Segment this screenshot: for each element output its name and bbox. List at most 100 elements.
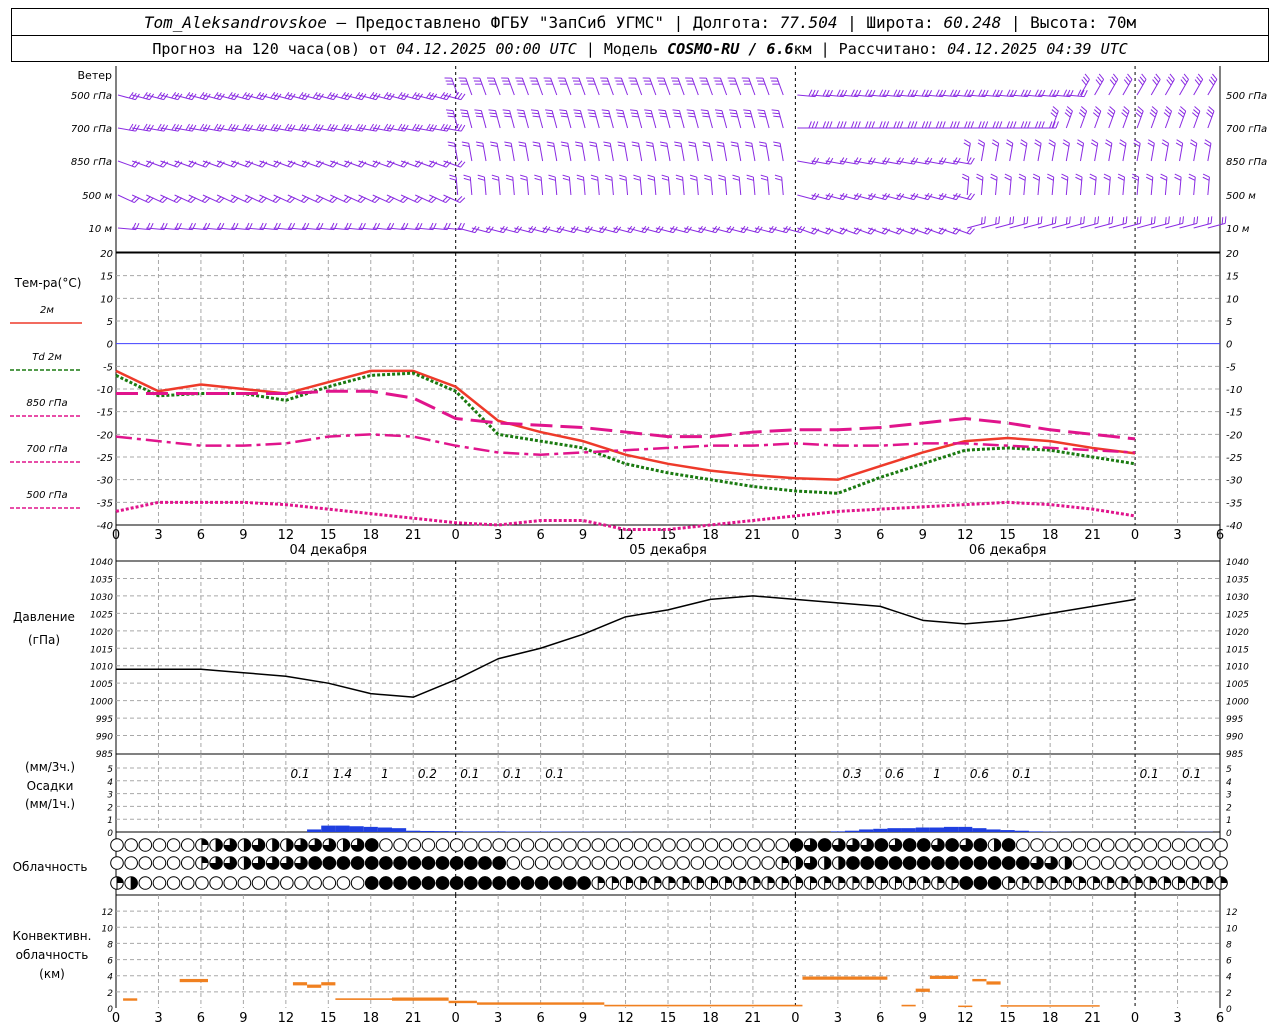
wind-barb-flag <box>355 123 360 131</box>
wind-barb-staff <box>287 194 305 204</box>
wind-barb-flag <box>1206 112 1213 118</box>
cloud-symbol-fill <box>987 876 1002 890</box>
cloud-symbol <box>294 876 308 890</box>
prec-3h-label: 0.1 <box>1182 767 1201 781</box>
wind-barb-flag <box>474 109 482 112</box>
cloud-symbol <box>1086 838 1101 852</box>
wind-barb <box>689 174 699 196</box>
prec-3h-label: 0.3 <box>842 767 861 781</box>
wind-barb-flag <box>256 123 261 131</box>
wind-barb <box>963 139 971 162</box>
wind-barb <box>1108 73 1119 96</box>
wind-barb <box>758 141 770 162</box>
wind-barb-flag <box>504 144 512 147</box>
wind-barb <box>590 174 600 196</box>
wind-barb-flag <box>383 123 389 131</box>
cloud-symbol-fill <box>782 856 789 863</box>
wind-barb-flag <box>448 144 456 147</box>
wind-barb-staff <box>1193 222 1212 229</box>
wind-barb <box>1090 139 1099 162</box>
wind-barb-flag <box>631 115 639 118</box>
wind-barb-staff <box>509 110 515 129</box>
wind-barb <box>460 109 473 129</box>
wind-barb-flag <box>660 115 668 118</box>
wind-barb-staff <box>751 143 756 162</box>
wind-barb-staff <box>1108 222 1127 229</box>
wind-barb-flag <box>619 174 627 178</box>
time-tick-label: 6 <box>197 528 205 543</box>
wind-barb <box>1188 173 1196 196</box>
temp-ytick-right: -10 <box>1226 385 1242 396</box>
wind-barb <box>727 77 742 96</box>
wind-barb <box>619 174 629 196</box>
wind-barb-flag <box>1136 217 1139 225</box>
wind-barb-flag <box>913 121 918 129</box>
temp-title: Тем-ра(°С) <box>14 276 82 290</box>
wind-barb-flag <box>1149 112 1156 118</box>
wind-barb-flag <box>1147 142 1155 147</box>
cloud-symbol-fill <box>881 876 888 883</box>
wind-barb <box>1207 73 1218 96</box>
wind-barb-flag <box>1004 173 1012 178</box>
time-tick-label-bottom: 15 <box>320 1011 337 1024</box>
conv-cloud-segment <box>802 976 888 980</box>
wind-barb <box>562 174 572 196</box>
time-tick-label-bottom: 0 <box>1131 1011 1139 1024</box>
wind-barb-flag <box>871 121 875 129</box>
cloud-symbol <box>1044 838 1058 852</box>
precip-bar <box>944 826 959 832</box>
cloud-symbol <box>1200 856 1214 870</box>
wind-barb <box>1108 216 1128 229</box>
wind-barb-staff <box>245 160 263 168</box>
temp-ytick-right: -5 <box>1226 362 1236 373</box>
pres-ytick-left: 990 <box>96 733 113 743</box>
wind-barb-staff <box>649 77 657 96</box>
cloud-symbol <box>435 838 450 852</box>
cloud-symbol <box>676 856 690 870</box>
conv-cloud-segment <box>321 982 336 986</box>
cloud-symbol <box>138 838 153 852</box>
wind-barb-flag <box>135 124 140 132</box>
conv-cloud-segment <box>958 1005 973 1008</box>
cloud-symbol-fill <box>945 838 959 852</box>
cloud-symbol <box>124 838 138 852</box>
wind-barb-flag <box>963 142 971 147</box>
wind-barb-flag <box>1037 217 1040 225</box>
wind-barb <box>1206 106 1215 129</box>
wind-barb <box>645 141 657 162</box>
cloud-symbol <box>1086 856 1101 870</box>
wind-barb-staff <box>606 77 614 96</box>
cloud-symbol-fill <box>952 876 959 883</box>
wind-barb <box>1064 106 1073 129</box>
wind-barb-flag <box>386 124 392 131</box>
wind-barb-flag <box>1117 173 1125 178</box>
wind-barb-staff <box>609 143 614 162</box>
wind-barb-flag <box>730 115 738 118</box>
precip-bar <box>377 827 392 832</box>
wind-barb-staff <box>538 143 544 162</box>
time-tick-label-bottom: 0 <box>791 1011 799 1024</box>
wind-barb-flag <box>1182 216 1184 224</box>
wind-barb-flag <box>1145 176 1153 181</box>
cloud-symbol <box>1143 856 1158 870</box>
wind-barb-flag <box>1197 73 1204 80</box>
wind-barb-flag <box>842 157 848 165</box>
cloud-symbol <box>591 838 606 852</box>
wind-barb-flag <box>460 124 466 132</box>
conv-ytick-right: 12 <box>1226 908 1238 918</box>
time-tick-label: 12 <box>957 528 974 543</box>
cloud-symbol <box>379 838 393 852</box>
temp-ytick-right: -40 <box>1226 521 1242 532</box>
wind-barb-flag <box>962 173 970 178</box>
wind-barb-flag <box>1153 216 1156 224</box>
cloud-symbol <box>563 856 577 870</box>
wind-barb-staff <box>526 177 529 196</box>
wind-barb-flag <box>822 121 827 129</box>
cloud-symbol <box>506 838 521 852</box>
temp-ytick-left: -10 <box>97 385 113 396</box>
wind-barb-flag <box>1136 109 1143 115</box>
wind-barb <box>704 174 713 196</box>
cloud-symbol-fill <box>435 876 450 890</box>
time-tick-label-bottom: 6 <box>197 1011 205 1024</box>
pres-ytick-right: 1040 <box>1226 558 1249 568</box>
